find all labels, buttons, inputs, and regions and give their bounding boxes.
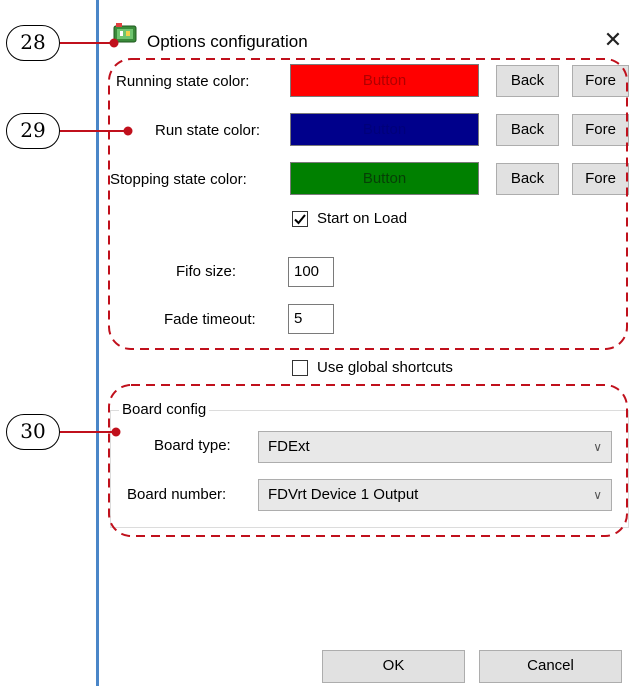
- running-back-button[interactable]: Back: [496, 65, 559, 97]
- run-fore-button[interactable]: Fore: [572, 114, 629, 146]
- callout-28: 28: [6, 25, 60, 61]
- board-number-value: FDVrt Device 1 Output: [268, 486, 419, 503]
- running-fore-button[interactable]: Fore: [572, 65, 629, 97]
- run-back-button[interactable]: Back: [496, 114, 559, 146]
- cancel-button[interactable]: Cancel: [479, 650, 622, 683]
- window-title: Options configuration: [147, 32, 308, 51]
- running-state-color-button-label: Button: [362, 72, 407, 89]
- stopping-state-color-button-label: Button: [362, 170, 407, 187]
- global-shortcuts-label: Use global shortcuts: [317, 359, 453, 376]
- close-icon[interactable]: ✕: [593, 24, 630, 56]
- running-state-color-button[interactable]: Button: [290, 64, 479, 97]
- running-state-label: Running state color:: [116, 73, 250, 90]
- global-shortcuts-checkbox[interactable]: [292, 360, 308, 376]
- stopping-state-color-button[interactable]: Button: [290, 162, 479, 195]
- fade-timeout-label: Fade timeout:: [164, 311, 256, 328]
- start-on-load-label: Start on Load: [317, 210, 408, 227]
- run-state-color-button[interactable]: Button: [290, 113, 479, 146]
- fifo-size-input[interactable]: 100: [288, 257, 334, 287]
- board-config-caption: Board config: [119, 401, 210, 419]
- stopping-state-label: Stopping state color:: [110, 171, 247, 188]
- chevron-down-icon: ∨: [593, 488, 602, 502]
- run-state-color-button-label: Button: [362, 121, 407, 138]
- stopping-back-button[interactable]: Back: [496, 163, 559, 195]
- fade-timeout-input[interactable]: 5: [288, 304, 334, 334]
- options-window: Options configuration ✕ Running state co…: [96, 0, 630, 686]
- board-type-combobox[interactable]: FDExt ∨: [258, 431, 612, 463]
- board-number-combobox[interactable]: FDVrt Device 1 Output ∨: [258, 479, 612, 511]
- board-type-label: Board type:: [154, 437, 231, 454]
- title-bar: Options configuration ✕: [99, 10, 630, 54]
- start-on-load-checkbox[interactable]: [292, 211, 308, 227]
- app-window-icon: [113, 23, 137, 43]
- board-type-value: FDExt: [268, 438, 310, 455]
- chevron-down-icon: ∨: [593, 440, 602, 454]
- stopping-fore-button[interactable]: Fore: [572, 163, 629, 195]
- fifo-size-label: Fifo size:: [176, 263, 237, 280]
- ok-button[interactable]: OK: [322, 650, 465, 683]
- callout-30: 30: [6, 414, 60, 450]
- callout-29: 29: [6, 113, 60, 149]
- run-state-label: Run state color:: [155, 122, 261, 139]
- board-number-label: Board number:: [127, 486, 227, 503]
